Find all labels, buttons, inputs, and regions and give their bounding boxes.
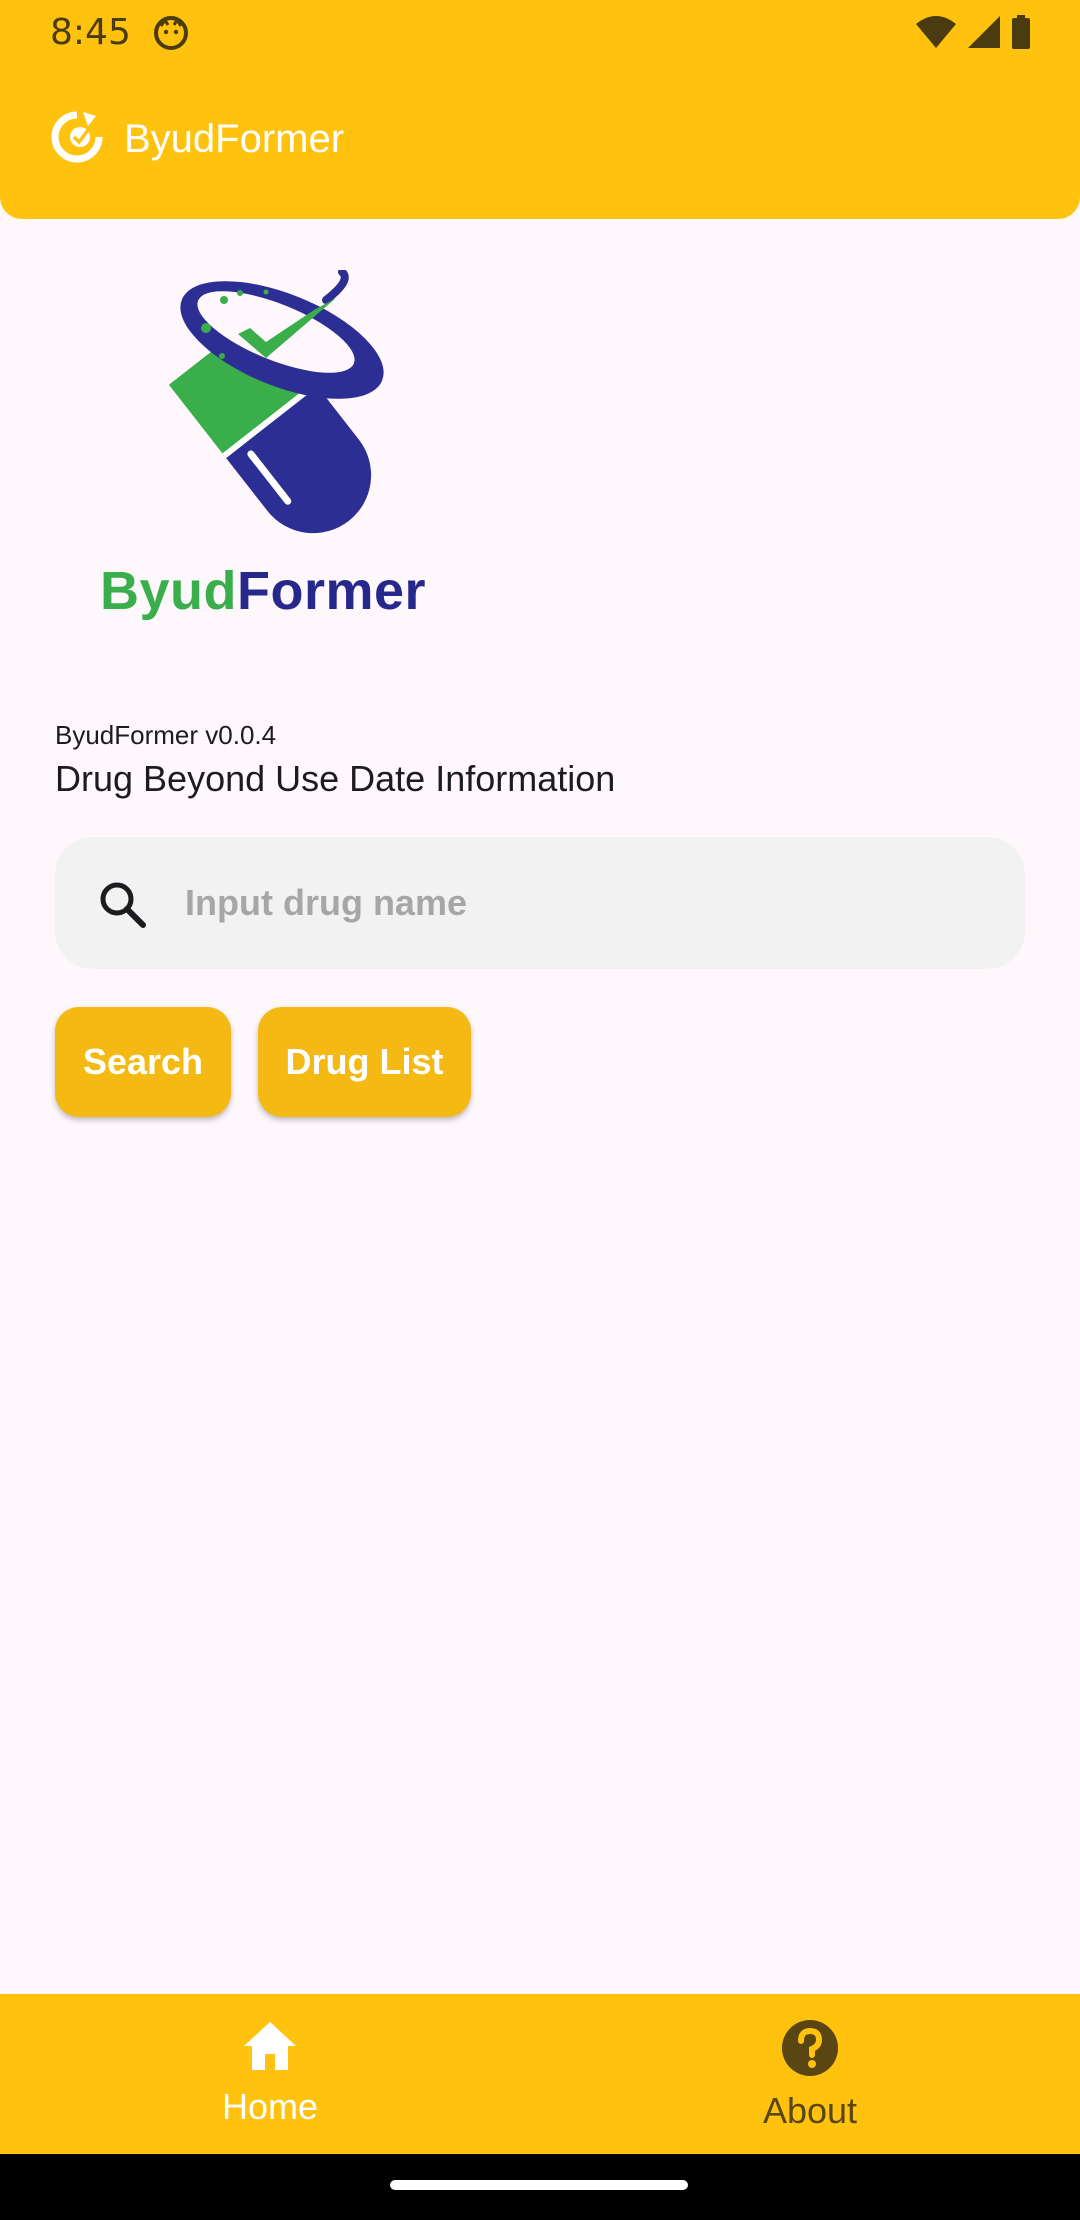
logo-text-green: Byud [100,561,237,621]
wifi-icon [916,16,956,48]
top-app-bar: 8:45 ByudFormer [0,0,1080,219]
app-logo-icon [51,111,103,163]
battery-icon [1012,15,1030,49]
drug-name-input[interactable] [185,867,985,939]
cellular-signal-icon [968,16,1000,48]
logo-text-blue: Former [237,561,427,621]
app-subtitle: Drug Beyond Use Date Information [55,758,616,799]
system-gesture-bar [0,2154,1080,2220]
notification-face-icon [154,16,188,50]
logo-wordmark: ByudFormer [100,560,426,622]
pill-logo-icon [168,270,384,534]
nav-item-about[interactable]: About [540,1994,1080,2154]
search-field[interactable] [55,837,1025,969]
bottom-navigation: Home About [0,1994,1080,2154]
nav-label-home: Home [221,2086,319,2127]
status-time: 8:45 [50,12,131,53]
gesture-handle[interactable] [390,2180,688,2190]
app-title: ByudFormer [124,117,345,161]
app-version: ByudFormer v0.0.4 [55,720,277,750]
status-icons [914,14,1032,50]
nav-label-about: About [762,2090,858,2131]
home-icon [244,2022,296,2070]
help-icon [782,2020,838,2076]
search-icon [100,882,146,928]
nav-item-home[interactable]: Home [0,1994,540,2154]
search-button[interactable]: Search [55,1007,231,1117]
drug-list-button[interactable]: Drug List [258,1007,471,1117]
